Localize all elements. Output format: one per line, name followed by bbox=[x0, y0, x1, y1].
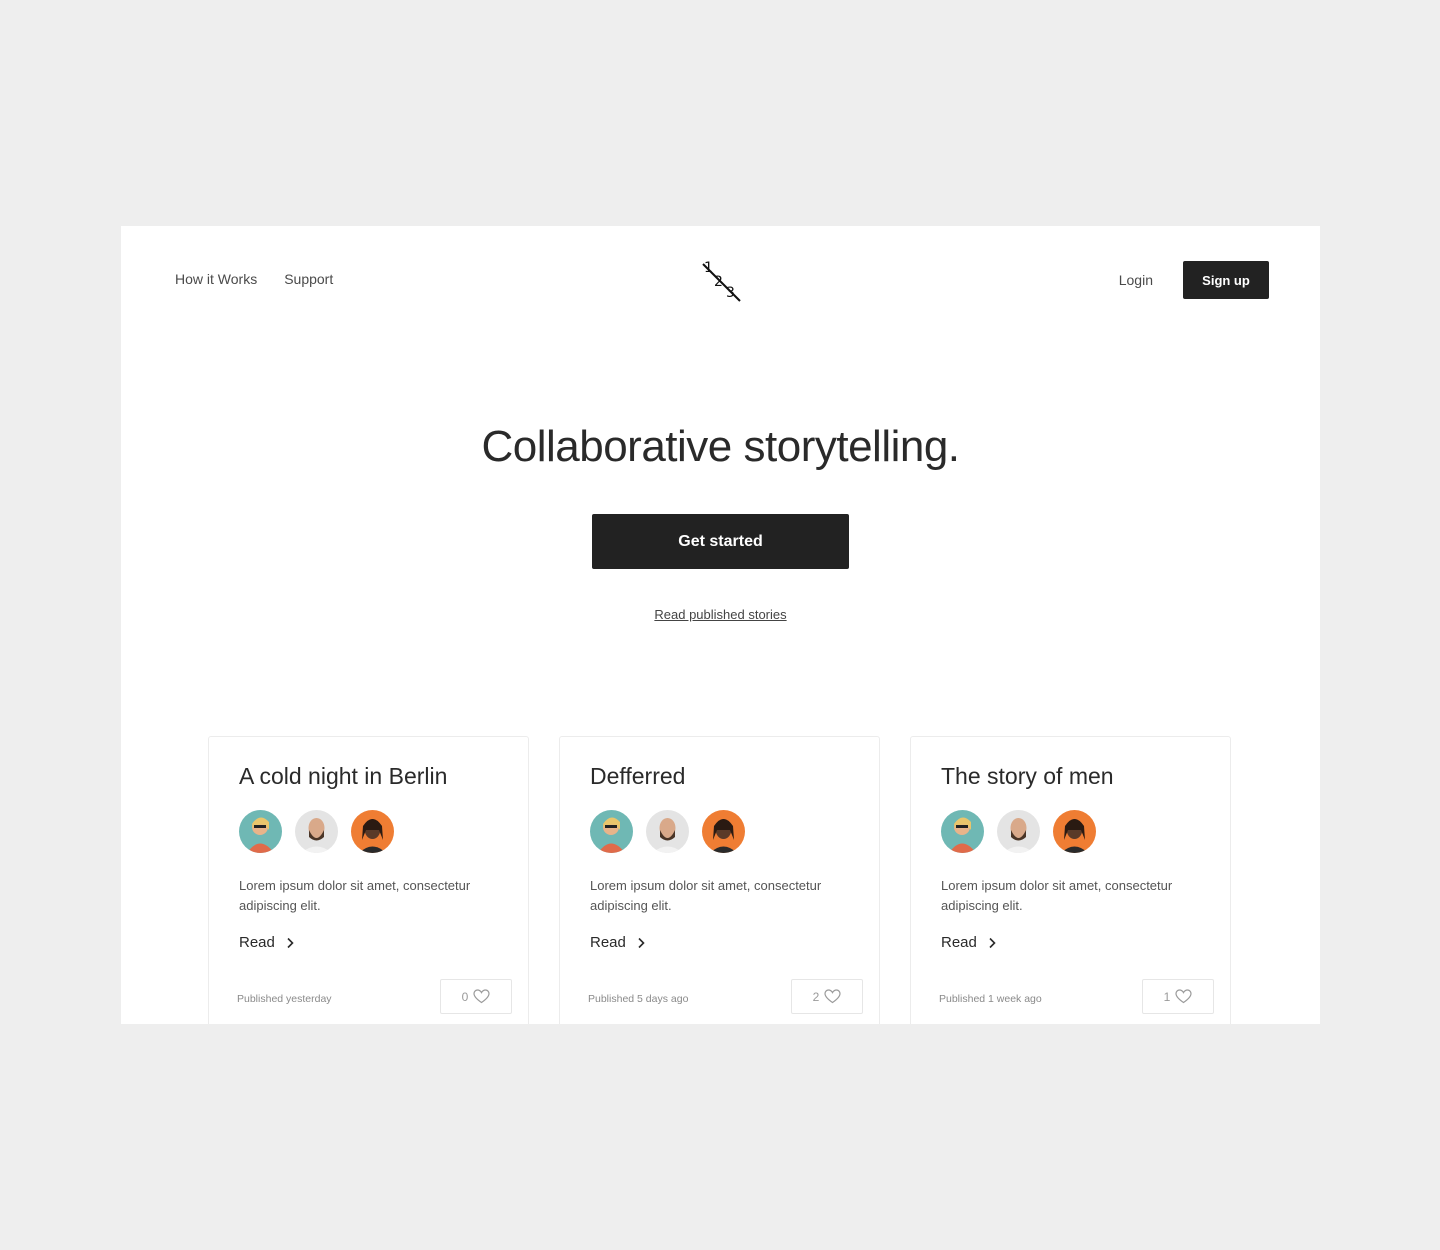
read-button[interactable]: Read bbox=[941, 934, 997, 951]
logo-digit-3: 3 bbox=[726, 285, 735, 301]
like-count: 2 bbox=[812, 989, 820, 1004]
logo-digit-2: 2 bbox=[714, 274, 723, 290]
card-description: Lorem ipsum dolor sit amet, consectetur … bbox=[590, 878, 822, 913]
chevron-right-icon bbox=[287, 937, 294, 948]
nav-link-support[interactable]: Support bbox=[284, 270, 333, 288]
primary-nav: How it Works Support bbox=[175, 270, 333, 288]
published-date: Published 1 week ago bbox=[939, 993, 1042, 1005]
logo-123-icon[interactable]: 1 2 3 bbox=[699, 258, 743, 304]
avatar[interactable] bbox=[646, 810, 689, 853]
auth-actions: Login Sign up bbox=[1119, 261, 1269, 299]
read-label: Read bbox=[590, 934, 626, 951]
card-title: The story of men bbox=[941, 763, 1114, 789]
heart-icon bbox=[473, 989, 490, 1004]
story-card: The story of men Lorem ipsum dolor sit a… bbox=[910, 736, 1231, 1024]
login-link[interactable]: Login bbox=[1119, 272, 1153, 288]
read-label: Read bbox=[941, 934, 977, 951]
read-button[interactable]: Read bbox=[590, 934, 646, 951]
read-published-stories-link[interactable]: Read published stories bbox=[654, 607, 786, 622]
like-button[interactable]: 0 bbox=[440, 979, 512, 1014]
contributors-avatars bbox=[239, 810, 394, 853]
read-published-stories-row: Read published stories bbox=[121, 607, 1320, 622]
card-title: Defferred bbox=[590, 763, 686, 789]
like-button[interactable]: 2 bbox=[791, 979, 863, 1014]
published-date: Published yesterday bbox=[237, 993, 332, 1005]
avatar[interactable] bbox=[295, 810, 338, 853]
avatar[interactable] bbox=[239, 810, 282, 853]
avatar[interactable] bbox=[997, 810, 1040, 853]
card-description: Lorem ipsum dolor sit amet, consectetur … bbox=[239, 878, 471, 913]
avatar[interactable] bbox=[1053, 810, 1096, 853]
contributors-avatars bbox=[941, 810, 1096, 853]
nav-link-how-it-works[interactable]: How it Works bbox=[175, 270, 257, 288]
page-frame: How it Works Support 1 2 3 Login Sign up… bbox=[121, 226, 1320, 1024]
heart-icon bbox=[1175, 989, 1192, 1004]
chevron-right-icon bbox=[638, 937, 645, 948]
published-date: Published 5 days ago bbox=[588, 993, 689, 1005]
story-card: A cold night in Berlin Lorem ipsum dolor… bbox=[208, 736, 529, 1024]
like-count: 1 bbox=[1163, 989, 1171, 1004]
hero-title: Collaborative storytelling. bbox=[481, 422, 960, 471]
like-button[interactable]: 1 bbox=[1142, 979, 1214, 1014]
avatar[interactable] bbox=[590, 810, 633, 853]
logo-digit-1: 1 bbox=[704, 260, 713, 276]
avatar[interactable] bbox=[351, 810, 394, 853]
read-button[interactable]: Read bbox=[239, 934, 295, 951]
avatar[interactable] bbox=[941, 810, 984, 853]
chevron-right-icon bbox=[989, 937, 996, 948]
read-label: Read bbox=[239, 934, 275, 951]
like-count: 0 bbox=[461, 989, 469, 1004]
get-started-button[interactable]: Get started bbox=[592, 514, 849, 569]
card-description: Lorem ipsum dolor sit amet, consectetur … bbox=[941, 878, 1173, 913]
card-title: A cold night in Berlin bbox=[239, 763, 448, 789]
story-card: Defferred Lorem ipsum dolor sit amet, co… bbox=[559, 736, 880, 1024]
avatar[interactable] bbox=[702, 810, 745, 853]
signup-button[interactable]: Sign up bbox=[1183, 261, 1269, 299]
heart-icon bbox=[824, 989, 841, 1004]
contributors-avatars bbox=[590, 810, 745, 853]
